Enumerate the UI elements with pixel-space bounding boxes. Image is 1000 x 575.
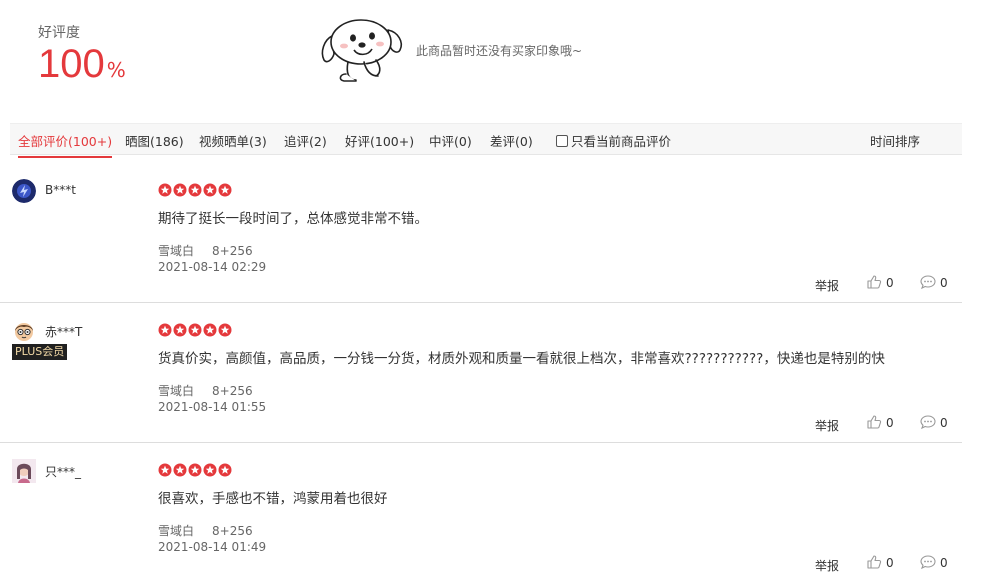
review-item: 只***_ 很喜欢，手感也不错，鸿蒙用着也很好 雪域白 8+256 2021-08… xyxy=(0,435,962,575)
report-link[interactable]: 举报 xyxy=(815,277,839,294)
username: B***t xyxy=(45,183,76,197)
tab-all-reviews[interactable]: 全部评价(100+) xyxy=(18,131,113,158)
rate-value: 100% xyxy=(38,42,126,86)
rate-label: 好评度 xyxy=(38,25,80,41)
rate-block: 好评度 xyxy=(38,22,80,42)
like-button[interactable]: 0 xyxy=(866,414,894,430)
report-link[interactable]: 举报 xyxy=(815,557,839,574)
review-date: 2021-08-14 01:55 xyxy=(158,400,267,414)
star-icon xyxy=(158,463,172,477)
review-date: 2021-08-14 02:29 xyxy=(158,260,267,274)
reply-count: 0 xyxy=(940,416,948,430)
star-icon xyxy=(158,183,172,197)
star-icon xyxy=(203,463,217,477)
like-button[interactable]: 0 xyxy=(866,554,894,570)
product-spec: 雪域白 8+256 xyxy=(158,242,253,259)
thumbs-up-icon xyxy=(867,555,882,569)
star-icon xyxy=(188,183,202,197)
tab-medium-reviews[interactable]: 中评(0) xyxy=(429,131,472,150)
star-icon xyxy=(218,323,232,337)
star-icon xyxy=(203,183,217,197)
like-count: 0 xyxy=(886,416,894,430)
product-color: 雪域白 xyxy=(158,384,195,398)
star-icon xyxy=(218,463,232,477)
avatar[interactable] xyxy=(12,319,36,343)
thumbs-up-icon xyxy=(867,415,882,429)
avatar[interactable] xyxy=(12,459,36,483)
tab-photo-reviews[interactable]: 晒图(186) xyxy=(125,131,184,150)
comment-icon xyxy=(920,415,936,430)
reply-button[interactable]: 0 xyxy=(920,414,948,430)
jd-dog-mascot-icon xyxy=(321,19,403,82)
like-count: 0 xyxy=(886,276,894,290)
like-count: 0 xyxy=(886,556,894,570)
impression-notice: 此商品暂时还没有买家印象哦~ xyxy=(416,44,583,58)
product-storage: 8+256 xyxy=(212,384,253,398)
star-icon xyxy=(188,323,202,337)
thumbs-up-icon xyxy=(867,275,882,289)
star-icon xyxy=(203,323,217,337)
review-content: 期待了挺长一段时间了，总体感觉非常不错。 xyxy=(158,211,428,227)
avatar[interactable] xyxy=(12,179,36,203)
report-link[interactable]: 举报 xyxy=(815,417,839,434)
like-button[interactable]: 0 xyxy=(866,274,894,290)
star-icon xyxy=(173,463,187,477)
username: 只***_ xyxy=(45,465,82,479)
rate-number: 100 xyxy=(38,42,105,86)
product-color: 雪域白 xyxy=(158,244,195,258)
reply-button[interactable]: 0 xyxy=(920,554,948,570)
reply-count: 0 xyxy=(940,556,948,570)
comment-icon xyxy=(920,275,936,290)
sort-by-time[interactable]: 时间排序 xyxy=(870,131,920,150)
rating-stars xyxy=(158,182,233,197)
tab-good-reviews[interactable]: 好评(100+) xyxy=(345,131,414,150)
username: 赤***T xyxy=(45,325,83,339)
review-item: B***t 期待了挺长一段时间了，总体感觉非常不错。 雪域白 8+256 2021… xyxy=(0,155,962,303)
comment-icon xyxy=(920,555,936,570)
review-item: 赤***T PLUS会员 货真价实，高颜值，高品质，一分钱一分货，材质外观和质量… xyxy=(0,295,962,443)
tab-followup-reviews[interactable]: 追评(2) xyxy=(284,131,327,150)
star-icon xyxy=(218,183,232,197)
rating-stars xyxy=(158,322,233,337)
star-icon xyxy=(173,323,187,337)
product-storage: 8+256 xyxy=(212,524,253,538)
star-icon xyxy=(188,463,202,477)
review-filter-bar: 全部评价(100+) 晒图(186) 视频晒单(3) 追评(2) 好评(100+… xyxy=(10,123,962,158)
current-product-only-label: 只看当前商品评价 xyxy=(571,134,672,149)
tab-bad-reviews[interactable]: 差评(0) xyxy=(490,131,533,150)
rate-unit: % xyxy=(106,58,126,82)
checkbox-icon[interactable] xyxy=(556,135,568,147)
star-icon xyxy=(173,183,187,197)
reply-button[interactable]: 0 xyxy=(920,274,948,290)
star-icon xyxy=(158,323,172,337)
product-spec: 雪域白 8+256 xyxy=(158,522,253,539)
review-date: 2021-08-14 01:49 xyxy=(158,540,267,554)
product-color: 雪域白 xyxy=(158,524,195,538)
plus-member-badge: PLUS会员 xyxy=(12,344,68,360)
product-spec: 雪域白 8+256 xyxy=(158,382,253,399)
rating-stars xyxy=(158,462,233,477)
review-content: 很喜欢，手感也不错，鸿蒙用着也很好 xyxy=(158,491,388,507)
current-product-only-checkbox[interactable]: 只看当前商品评价 xyxy=(556,131,671,150)
review-content: 货真价实，高颜值，高品质，一分钱一分货，材质外观和质量一看就很上档次，非常喜欢?… xyxy=(158,351,885,367)
product-storage: 8+256 xyxy=(212,244,253,258)
reply-count: 0 xyxy=(940,276,948,290)
tab-video-reviews[interactable]: 视频晒单(3) xyxy=(199,131,267,150)
